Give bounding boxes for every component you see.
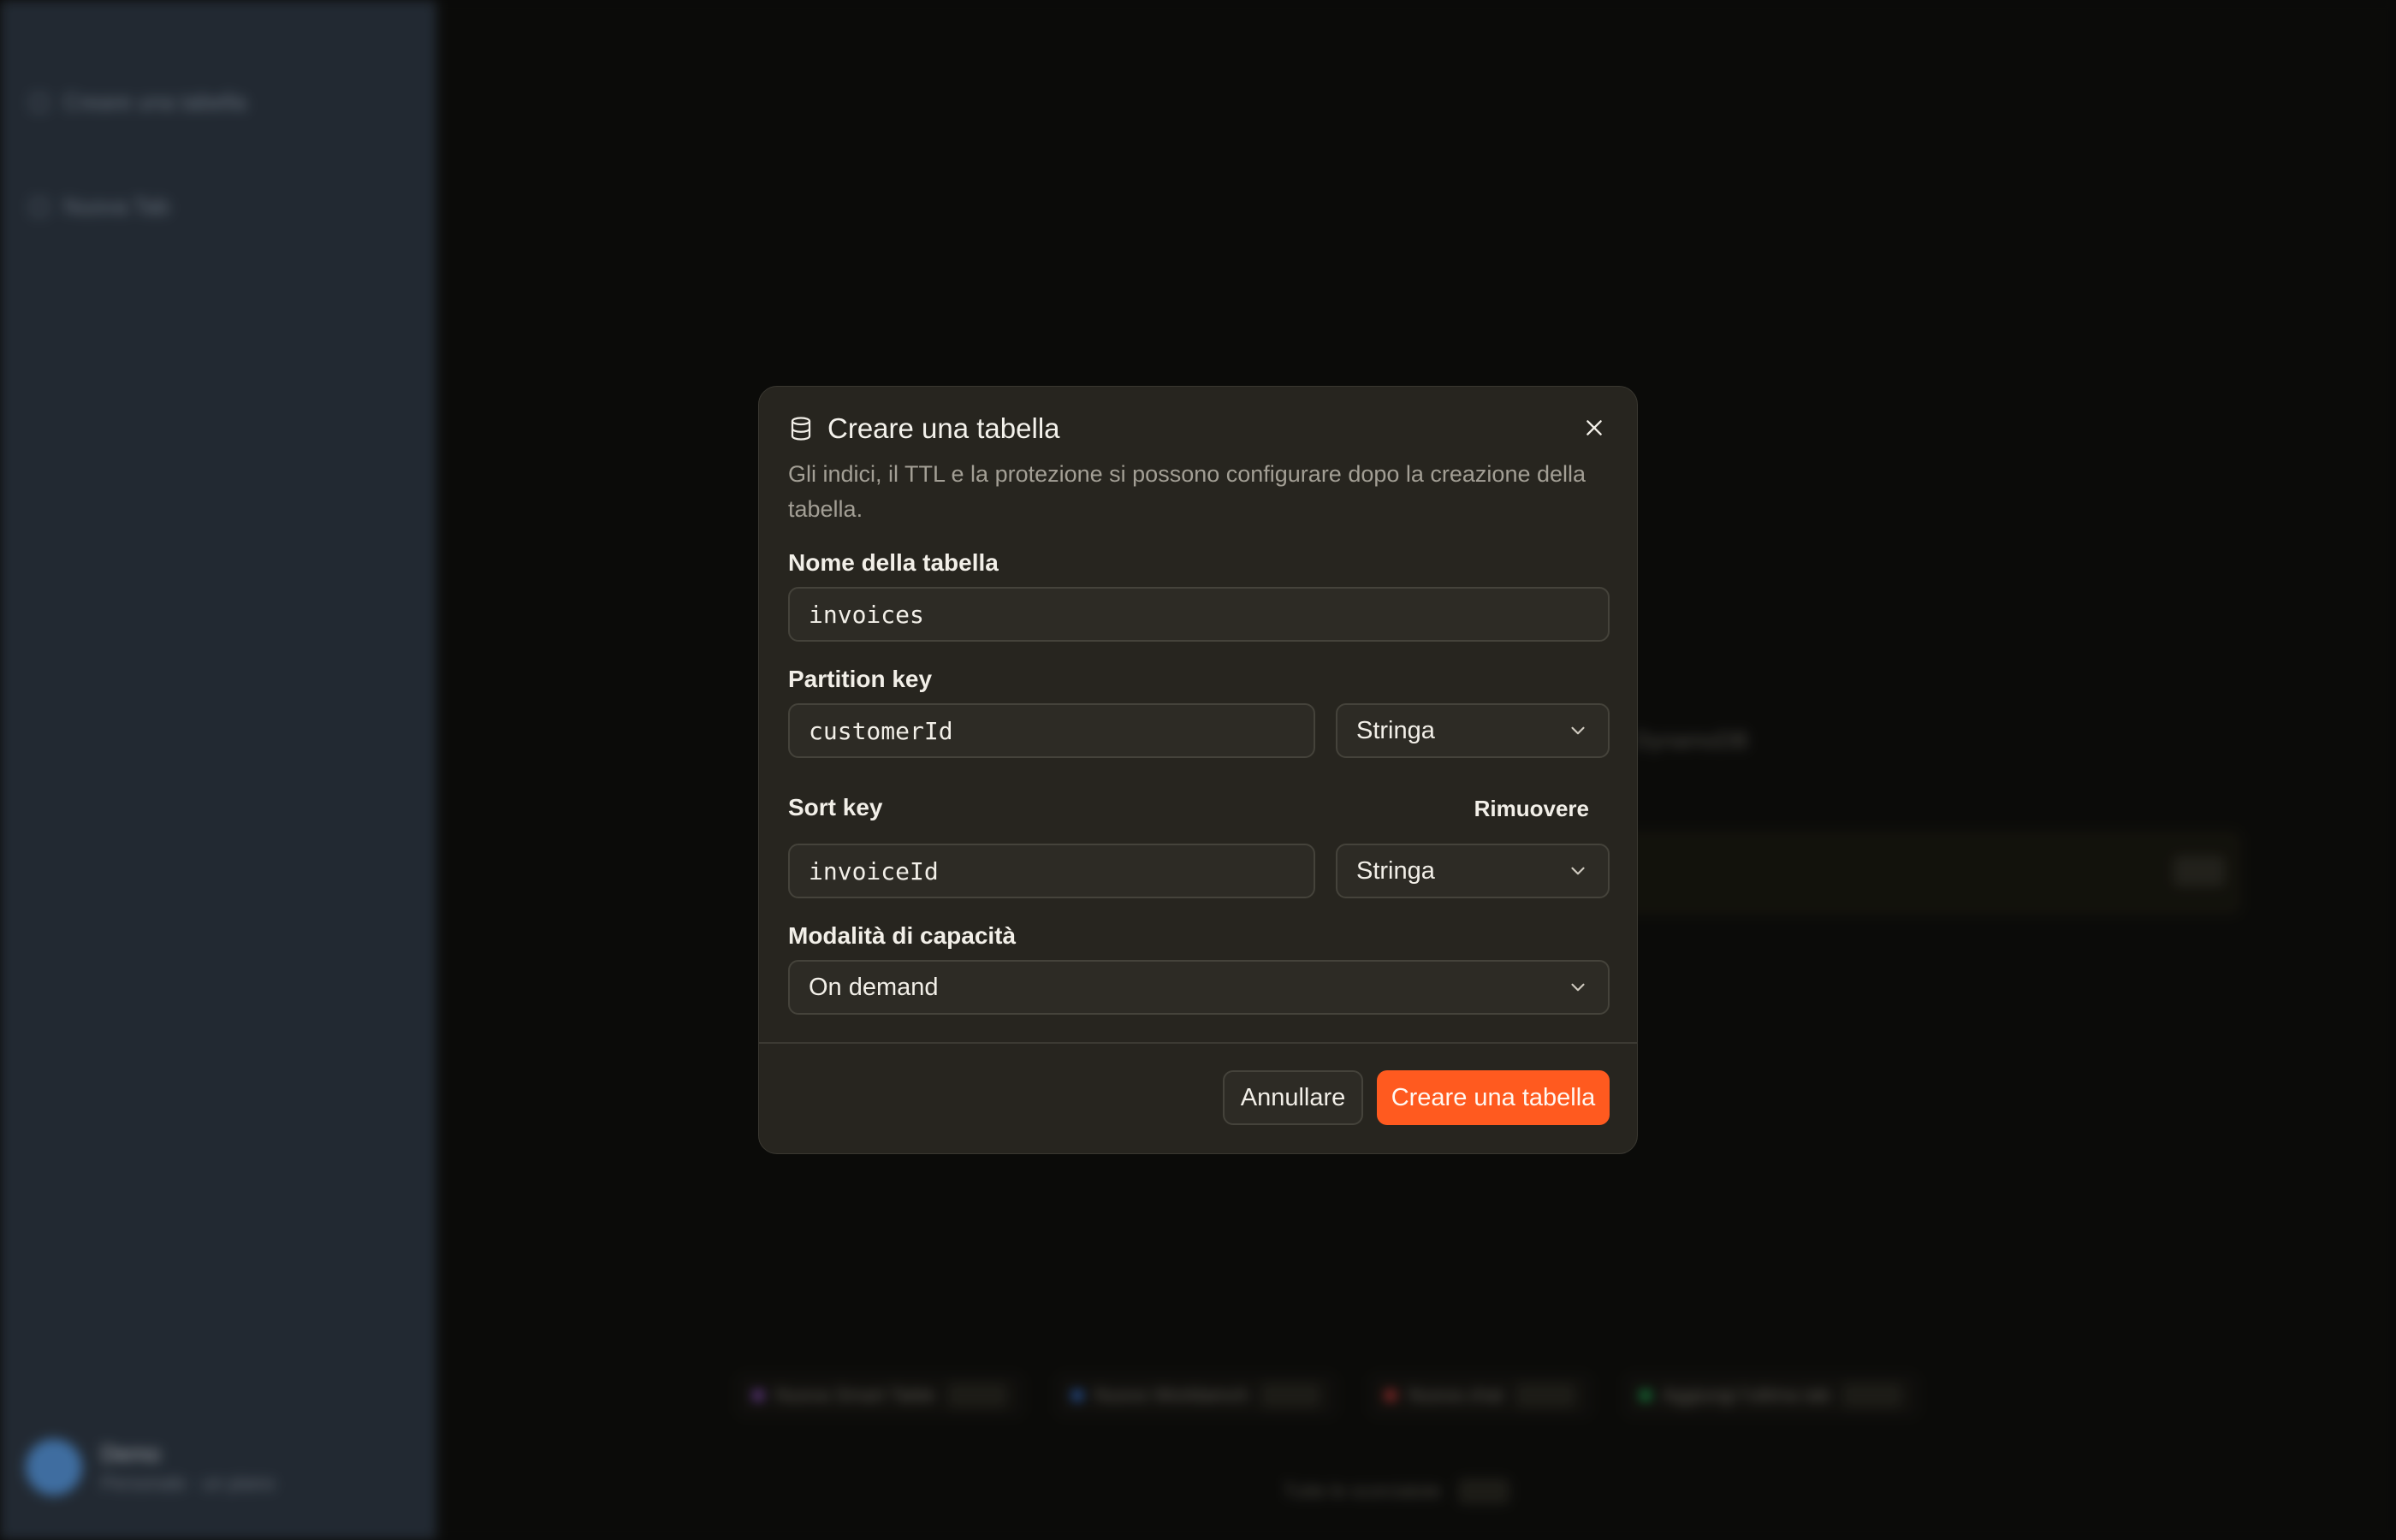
cancel-button[interactable]: Annullare — [1223, 1070, 1363, 1125]
remove-sort-key-button[interactable]: Rimuovere — [1474, 796, 1589, 822]
partition-key-type-value: Stringa — [1356, 716, 1435, 744]
capacity-mode-label: Modalità di capacità — [788, 922, 1017, 949]
table-name-label: Nome della tabella — [788, 549, 999, 576]
capacity-mode-select[interactable]: On demand — [788, 960, 1610, 1015]
chevron-down-icon — [1571, 726, 1585, 735]
dialog-description: Gli indici, il TTL e la protezione si po… — [788, 461, 1586, 522]
table-name-field[interactable] — [788, 587, 1610, 642]
dialog-title: Creare una tabella — [827, 412, 1060, 444]
table-name-input[interactable] — [809, 600, 1589, 629]
sort-key-type-select[interactable]: Stringa — [1336, 844, 1610, 898]
partition-key-label: Partition key — [788, 666, 933, 692]
dialog-header: Creare una tabella — [788, 412, 1060, 445]
chevron-down-icon — [1571, 867, 1585, 875]
create-table-dialog: Creare una tabella Gli indici, il TTL e … — [758, 386, 1638, 1154]
sort-key-field[interactable] — [788, 844, 1315, 898]
capacity-mode-value: On demand — [809, 973, 939, 1001]
close-icon — [1586, 420, 1602, 435]
partition-key-type-select[interactable]: Stringa — [1336, 703, 1610, 758]
chevron-down-icon — [1571, 983, 1585, 992]
close-button[interactable] — [1577, 411, 1611, 445]
create-table-button[interactable]: Creare una tabella — [1377, 1070, 1610, 1125]
partition-key-field[interactable] — [788, 703, 1315, 758]
partition-key-input[interactable] — [809, 716, 1295, 745]
database-icon — [791, 417, 811, 441]
sort-key-label: Sort key — [788, 794, 883, 820]
sort-key-input[interactable] — [809, 856, 1295, 886]
sort-key-type-value: Stringa — [1356, 856, 1435, 885]
dialog-divider — [759, 1042, 1637, 1044]
